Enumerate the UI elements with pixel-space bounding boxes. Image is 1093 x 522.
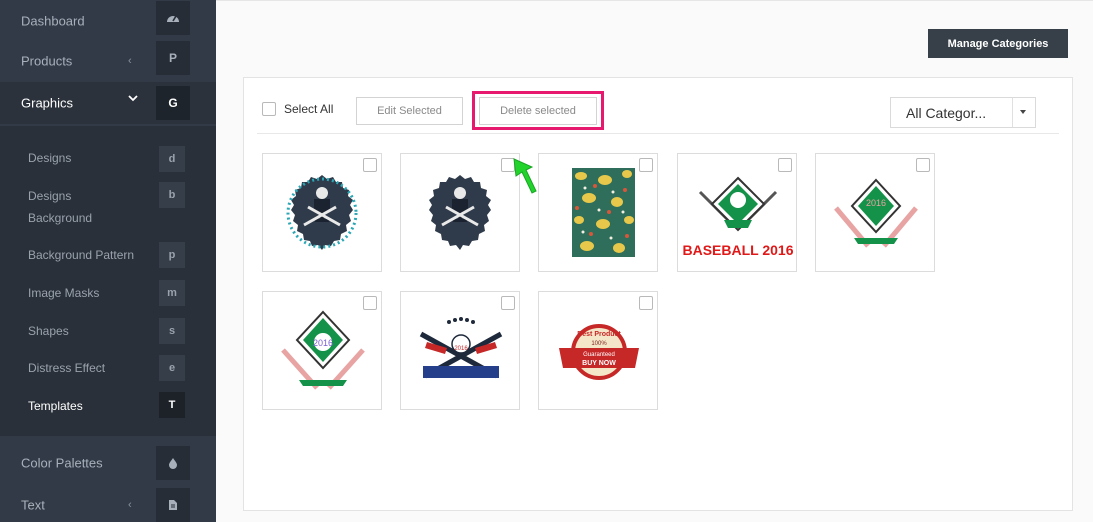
- tile-text: 2016: [866, 198, 886, 208]
- template-tile[interactable]: [538, 153, 658, 272]
- edit-selected-button[interactable]: Edit Selected: [356, 97, 463, 125]
- sidebar-item-label: Distress Effect: [28, 361, 106, 375]
- e-icon: e: [159, 355, 185, 381]
- arrow-pointer-icon: [513, 158, 537, 194]
- droplet-icon: [156, 446, 190, 480]
- t-icon: T: [159, 392, 185, 418]
- nav-graphics[interactable]: Graphics G: [0, 82, 216, 124]
- nav-products-label: Products: [21, 53, 73, 69]
- sidebar-item-label: Designs Background: [28, 189, 93, 225]
- template-tile[interactable]: Best Product 100% Guaranteed BUY NOW: [538, 291, 658, 410]
- template-tile[interactable]: BASEBALL 2016: [677, 153, 797, 272]
- b-icon: b: [159, 182, 185, 208]
- delete-selected-button[interactable]: Delete selected: [479, 97, 597, 125]
- tile-checkbox[interactable]: [778, 158, 792, 172]
- m-icon: m: [159, 280, 185, 306]
- select-divider: [1012, 98, 1013, 127]
- tile-text: BUY NOW: [582, 360, 616, 367]
- category-select[interactable]: All Categor...: [890, 97, 1036, 128]
- tile-checkbox[interactable]: [639, 296, 653, 310]
- templates-panel: Select All Edit Selected Delete selected…: [243, 77, 1073, 511]
- sidebar-item-label: Image Masks: [28, 286, 100, 300]
- chevron-down-icon: [128, 93, 138, 105]
- tile-checkbox[interactable]: [363, 296, 377, 310]
- p-icon: p: [159, 242, 185, 268]
- select-all[interactable]: Select All: [262, 102, 333, 116]
- select-all-checkbox[interactable]: [262, 102, 276, 116]
- sidebar-item-label: Templates: [28, 399, 83, 413]
- p-icon: P: [156, 41, 190, 75]
- d-icon: d: [159, 146, 185, 172]
- sidebar-item-label: Designs: [28, 151, 72, 165]
- template-tile[interactable]: [400, 153, 520, 272]
- tile-text: BASEBALL 2016: [682, 242, 793, 258]
- main-content: Manage Categories Select All Edit Select…: [216, 0, 1093, 522]
- tile-text: 100%: [591, 341, 607, 347]
- category-select-value: All Categor...: [906, 104, 987, 121]
- nav-color-palettes-label: Color Palettes: [21, 455, 103, 471]
- tile-checkbox[interactable]: [501, 296, 515, 310]
- nav-dashboard[interactable]: Dashboard: [0, 0, 216, 42]
- sidebar-item-label: Shapes: [28, 324, 69, 338]
- nav-text-label: Text: [21, 497, 45, 513]
- tile-text: 2016: [313, 338, 333, 348]
- select-all-label: Select All: [284, 102, 334, 116]
- tile-text: Best Product: [577, 331, 621, 338]
- s-icon: s: [159, 318, 185, 344]
- speedometer-icon: [156, 1, 190, 35]
- manage-categories-button[interactable]: Manage Categories: [928, 29, 1068, 58]
- chevron-left-icon: ‹: [128, 55, 132, 67]
- g-icon: G: [156, 86, 190, 120]
- nav-text[interactable]: Text ‹: [0, 484, 216, 522]
- nav-color-palettes[interactable]: Color Palettes: [0, 442, 216, 484]
- toolbar-divider: [257, 133, 1059, 134]
- template-tile[interactable]: 2016: [262, 291, 382, 410]
- tile-checkbox[interactable]: [639, 158, 653, 172]
- template-tile[interactable]: [262, 153, 382, 272]
- sidebar-item-label: Background Pattern: [28, 248, 135, 262]
- nav-graphics-label: Graphics: [21, 95, 74, 111]
- tile-checkbox[interactable]: [916, 158, 930, 172]
- tile-text: 2016: [454, 346, 468, 352]
- tile-text: Guaranteed: [583, 352, 615, 358]
- caret-down-icon[interactable]: [1020, 110, 1026, 114]
- sidebar: Dashboard Products ‹ P Graphics G Design…: [0, 0, 216, 522]
- graphics-submenu: Designs d Designs Background b Backgroun…: [0, 126, 216, 436]
- template-tile[interactable]: 2016: [815, 153, 935, 272]
- nav-dashboard-label: Dashboard: [21, 13, 85, 29]
- nav-products[interactable]: Products ‹ P: [0, 40, 216, 82]
- document-icon: [156, 488, 190, 522]
- tile-checkbox[interactable]: [363, 158, 377, 172]
- template-tile[interactable]: 2016: [400, 291, 520, 410]
- chevron-left-icon: ‹: [128, 499, 132, 511]
